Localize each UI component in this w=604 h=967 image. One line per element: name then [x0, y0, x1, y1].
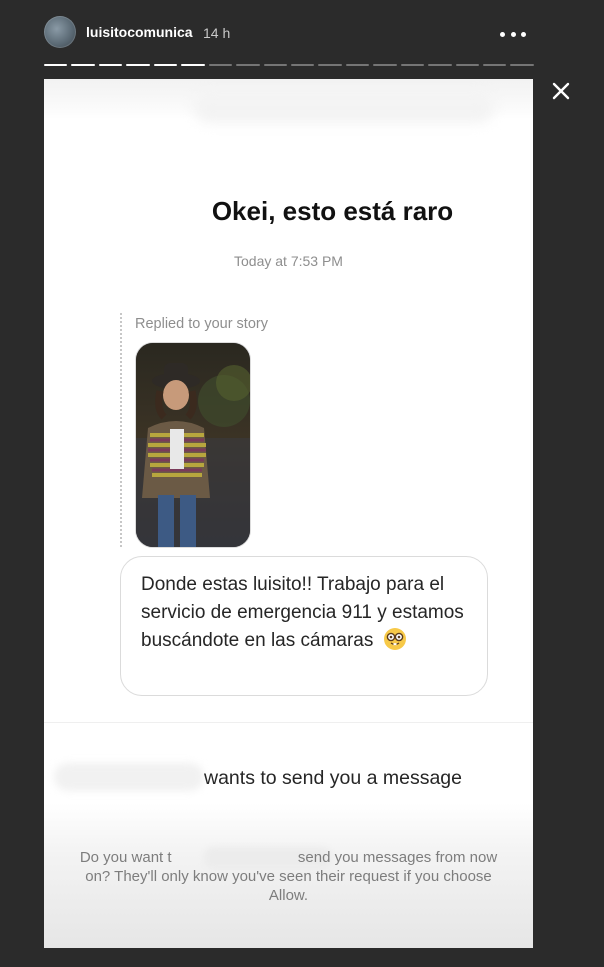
nerd-face-emoji [383, 628, 406, 650]
story-progress-bar [44, 64, 534, 66]
close-icon[interactable] [548, 78, 574, 104]
progress-segment [126, 64, 150, 66]
story-thumbnail[interactable] [135, 342, 251, 548]
story-content: Okei, esto está raro Today at 7:53 PM Re… [44, 79, 533, 948]
progress-segment [290, 64, 315, 66]
progress-segment [455, 64, 479, 66]
request-description: Do you want t send you messages from now… [74, 848, 503, 905]
divider [44, 722, 533, 723]
avatar[interactable] [44, 16, 76, 48]
progress-segment [181, 64, 205, 66]
progress-segment [208, 64, 233, 66]
post-time: 14 h [203, 25, 231, 41]
progress-segment [44, 64, 68, 66]
progress-segment [428, 64, 452, 66]
blurred-username [54, 763, 204, 791]
progress-segment [236, 64, 260, 66]
replied-label: Replied to your story [135, 316, 268, 332]
message-timestamp: Today at 7:53 PM [234, 253, 343, 269]
more-options-icon[interactable] [500, 30, 526, 38]
reply-indicator-line [120, 313, 122, 547]
story-headline: Okei, esto está raro [211, 196, 454, 226]
progress-segment [98, 64, 123, 66]
progress-segment [71, 64, 95, 66]
progress-segment [400, 64, 425, 66]
progress-segment [510, 64, 534, 66]
progress-segment [345, 64, 370, 66]
request-title: wants to send you a message [204, 767, 462, 789]
progress-segment [318, 64, 342, 66]
request-text-start: Do you want t [79, 849, 172, 866]
progress-segment [373, 64, 397, 66]
progress-segment [153, 64, 178, 66]
message-bubble: Donde estas luisito!! Trabajo para el se… [120, 556, 488, 696]
progress-segment [263, 64, 287, 66]
blurred-area [194, 93, 494, 123]
progress-segment [483, 64, 507, 66]
username[interactable]: luisitocomunica [86, 24, 193, 40]
message-text: Donde estas luisito!! Trabajo para el se… [141, 574, 464, 651]
